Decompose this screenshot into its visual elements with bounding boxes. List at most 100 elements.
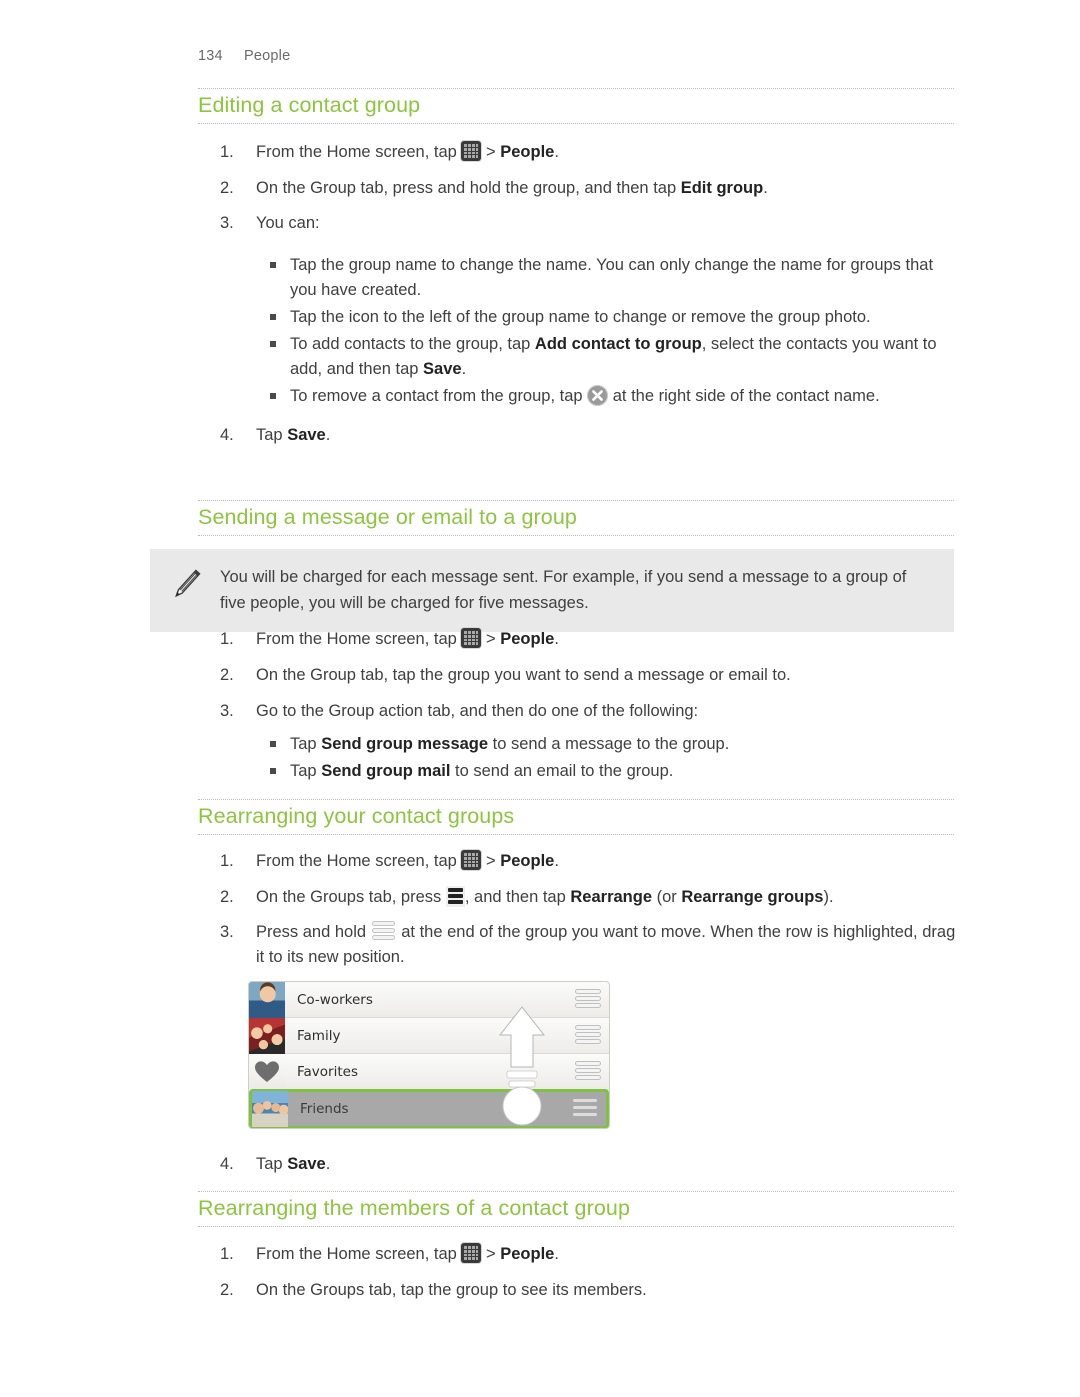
- step-text: Go to the Group action tab, and then do …: [256, 702, 699, 720]
- manual-page: 134 People Editing a contact group 1. From…: [0, 0, 1080, 1397]
- step-tail: .: [325, 1155, 331, 1173]
- list-item-selected[interactable]: Friends: [249, 1089, 609, 1128]
- bullet-text: To add contacts to the group, tap: [290, 334, 535, 353]
- step-text: On the Group tab, press and hold the gro…: [256, 178, 681, 197]
- section-rearranging-your-contact-groups: Rearranging your contact groups: [198, 799, 954, 836]
- list-item: 1. From the Home screen, tap > People.: [198, 140, 958, 165]
- step-text-2: >: [481, 630, 501, 648]
- drag-handle-icon[interactable]: [572, 1098, 598, 1120]
- list-item: 4. Tap Save.: [198, 423, 958, 448]
- step-text-2: >: [481, 143, 501, 161]
- list-item: 2. On the Groups tab, tap the group to se…: [198, 1278, 958, 1303]
- photo-friends: [252, 1091, 288, 1127]
- app-name: People: [500, 143, 555, 161]
- app-name: People: [500, 852, 555, 870]
- step-text: From the Home screen, tap: [256, 143, 462, 161]
- steps-rearranging-members: 1. From the Home screen, tap > People. 2.…: [198, 1242, 958, 1313]
- list-item: 3. Go to the Group action tab, and then d…: [198, 699, 958, 724]
- step-number: 2.: [220, 1280, 234, 1299]
- rule-bottom: [198, 833, 954, 836]
- list-item: Tap the group name to change the name. Y…: [198, 253, 958, 303]
- bullet-text: Tap the group name to change the name. Y…: [290, 255, 934, 299]
- bullet-marker: [270, 767, 276, 774]
- bullet-tail: .: [461, 359, 467, 378]
- app-drawer-icon[interactable]: [461, 1243, 482, 1263]
- step-text: Tap: [256, 1155, 288, 1173]
- bullet-text: Tap the icon to the left of the group na…: [290, 307, 871, 326]
- step-number: 2.: [220, 178, 234, 197]
- step-number: 1.: [220, 143, 234, 161]
- steps-editing: 1. From the Home screen, tap > People. 2.…: [198, 140, 958, 458]
- rule-bottom: [198, 1225, 954, 1228]
- menu-command: Add contact to group: [534, 334, 702, 353]
- app-name: People: [500, 630, 555, 648]
- step-number: 3.: [220, 923, 234, 941]
- save-command: Save: [287, 1155, 326, 1173]
- menu-command: Edit group: [680, 178, 764, 197]
- list-item: 2. On the Group tab, tap the group you wa…: [198, 663, 958, 688]
- app-drawer-icon[interactable]: [461, 850, 482, 870]
- section-editing-a-contact-group: Editing a contact group: [198, 88, 954, 125]
- drag-handle-icon[interactable]: [371, 920, 397, 942]
- step-number: 1.: [220, 852, 234, 870]
- list-item: 1. From the Home screen, tap > People.: [198, 849, 958, 874]
- step-text: On the Groups tab, press: [256, 887, 446, 906]
- step-text-2: >: [481, 1245, 501, 1263]
- step-tail: .: [554, 143, 559, 161]
- drag-handle-icon[interactable]: [575, 988, 601, 1011]
- app-drawer-icon[interactable]: [461, 628, 482, 648]
- group-name: Family: [297, 1027, 341, 1044]
- group-name: Friends: [300, 1101, 349, 1117]
- list-item: 1. From the Home screen, tap > People.: [198, 1242, 958, 1267]
- bullet-marker: [270, 313, 276, 320]
- steps-rearranging-groups: 1. From the Home screen, tap > People. 2.…: [198, 849, 958, 980]
- bullet-tail: to send an email to the group.: [450, 761, 674, 780]
- step-tail: .: [554, 630, 559, 648]
- photo-coworkers: [249, 982, 285, 1018]
- bullet-marker: [270, 740, 276, 747]
- step-text: From the Home screen, tap: [256, 852, 462, 870]
- rearrange-groups-screenshot: Co-workers Family Favorites Friends: [248, 981, 610, 1129]
- page-title: Rearranging your contact groups: [198, 804, 515, 828]
- step-number: 2.: [220, 887, 234, 906]
- step-tail: .: [554, 1245, 559, 1263]
- step-text: On the Group tab, tap the group you want…: [256, 665, 791, 684]
- step-tail: ).: [823, 887, 834, 906]
- drag-handle-icon[interactable]: [575, 1024, 601, 1047]
- close-icon[interactable]: [587, 384, 609, 406]
- bullet-text: Tap: [290, 734, 322, 753]
- list-item[interactable]: Co-workers: [249, 982, 609, 1018]
- step-tail: .: [325, 425, 331, 444]
- menu-command-alt: Rearrange groups: [681, 887, 824, 906]
- bullet-marker: [270, 340, 276, 347]
- app-drawer-icon[interactable]: [461, 141, 482, 161]
- bullet-marker: [270, 261, 276, 268]
- list-item[interactable]: Favorites: [249, 1053, 609, 1090]
- app-name: People: [500, 1245, 555, 1263]
- list-item: 3. You can:: [198, 211, 958, 236]
- list-item[interactable]: Family: [249, 1017, 609, 1054]
- step-text-2: , and then tap: [464, 887, 571, 906]
- pencil-icon: [166, 563, 208, 605]
- menu-command: Send group mail: [321, 761, 451, 780]
- step-text: From the Home screen, tap: [256, 1245, 462, 1263]
- steps-rearranging-groups-tail: 4. Tap Save.: [198, 1152, 958, 1188]
- photo-family: [249, 1017, 285, 1054]
- drag-handle-icon[interactable]: [575, 1060, 601, 1083]
- group-name: Favorites: [297, 1063, 358, 1080]
- list-item: To add contacts to the group, tap Add co…: [198, 332, 958, 382]
- step-tail: .: [554, 852, 559, 870]
- rule-bottom: [198, 122, 954, 125]
- menu-icon[interactable]: [445, 885, 465, 907]
- running-header: 134 People: [198, 48, 290, 64]
- menu-command: Rearrange: [570, 887, 652, 906]
- group-name: Co-workers: [297, 991, 373, 1008]
- step-text: Tap: [256, 425, 288, 444]
- step-number: 1.: [220, 630, 234, 648]
- step-text-3: (or: [652, 887, 682, 906]
- chapter-name: People: [244, 48, 291, 64]
- step-number: 2.: [220, 665, 234, 684]
- rule-bottom: [198, 534, 954, 537]
- list-item: 2. On the Group tab, press and hold the g…: [198, 176, 958, 201]
- group-list: Co-workers Family Favorites Friends: [248, 981, 610, 1129]
